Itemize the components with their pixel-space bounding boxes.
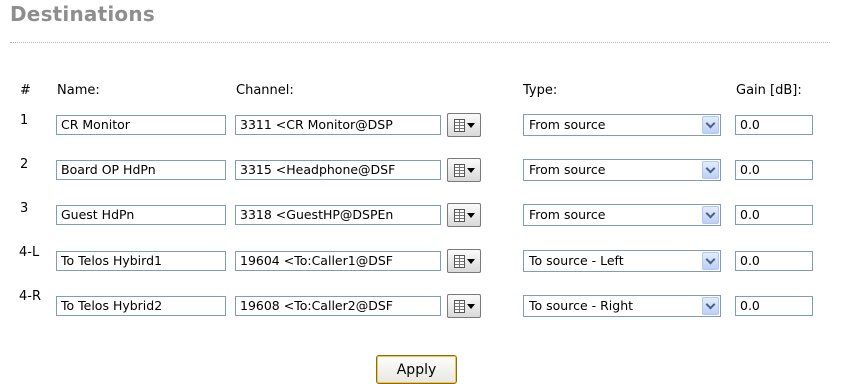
chevron-down-icon[interactable]	[702, 252, 719, 270]
channel-list-icon	[453, 299, 465, 313]
name-input[interactable]: To Telos Hybird1	[56, 251, 226, 271]
channel-browse-button[interactable]	[447, 294, 481, 318]
type-select[interactable]: To source - Left	[523, 250, 721, 272]
apply-button[interactable]: Apply	[376, 355, 457, 384]
channel-input[interactable]: 3318 <GuestHP@DSPEn	[235, 205, 441, 225]
type-select-value: From source	[529, 117, 606, 132]
header-gain: Gain [dB]:	[736, 83, 802, 98]
name-input[interactable]: To Telos Hybrid2	[56, 296, 226, 316]
title-divider	[10, 42, 830, 43]
name-input[interactable]: Guest HdPn	[56, 205, 226, 225]
row-number: 4-R	[19, 289, 41, 304]
type-select-value: From source	[529, 162, 606, 177]
channel-input[interactable]: 3315 <Headphone@DSF	[235, 160, 441, 180]
dropdown-arrow-icon	[466, 212, 475, 218]
type-select-value: From source	[529, 207, 606, 222]
type-select-value: To source - Right	[529, 298, 634, 313]
channel-input[interactable]: 19604 <To:Caller1@DSF	[235, 251, 441, 271]
type-select[interactable]: From source	[523, 204, 721, 226]
channel-list-icon	[453, 208, 465, 222]
type-select[interactable]: From source	[523, 159, 721, 181]
channel-input[interactable]: 3311 <CR Monitor@DSP	[235, 115, 441, 135]
channel-browse-button[interactable]	[447, 203, 481, 227]
name-input[interactable]: CR Monitor	[56, 115, 226, 135]
header-name: Name:	[57, 83, 100, 98]
row-number: 4-L	[19, 245, 40, 260]
chevron-down-icon[interactable]	[702, 206, 719, 224]
channel-list-icon	[453, 118, 465, 132]
chevron-down-icon[interactable]	[702, 116, 719, 134]
channel-browse-button[interactable]	[447, 249, 481, 273]
dropdown-arrow-icon	[466, 167, 475, 173]
dropdown-arrow-icon	[466, 303, 475, 309]
dropdown-arrow-icon	[466, 122, 475, 128]
channel-list-icon	[453, 163, 465, 177]
gain-input[interactable]: 0.0	[735, 251, 813, 271]
gain-input[interactable]: 0.0	[735, 160, 813, 180]
type-select-value: To source - Left	[529, 253, 624, 268]
row-number: 2	[20, 157, 29, 172]
header-number: #	[20, 83, 31, 98]
type-select[interactable]: From source	[523, 114, 721, 136]
section-title: Destinations	[10, 2, 155, 26]
gain-input[interactable]: 0.0	[735, 205, 813, 225]
channel-browse-button[interactable]	[447, 113, 481, 137]
gain-input[interactable]: 0.0	[735, 296, 813, 316]
type-select[interactable]: To source - Right	[523, 295, 721, 317]
row-number: 3	[20, 201, 29, 216]
dropdown-arrow-icon	[466, 258, 475, 264]
channel-list-icon	[453, 254, 465, 268]
chevron-down-icon[interactable]	[702, 297, 719, 315]
channel-browse-button[interactable]	[447, 158, 481, 182]
gain-input[interactable]: 0.0	[735, 115, 813, 135]
chevron-down-icon[interactable]	[702, 161, 719, 179]
name-input[interactable]: Board OP HdPn	[56, 160, 226, 180]
header-type: Type:	[523, 83, 558, 98]
row-number: 1	[20, 113, 29, 128]
header-channel: Channel:	[236, 83, 294, 98]
channel-input[interactable]: 19608 <To:Caller2@DSF	[235, 296, 441, 316]
